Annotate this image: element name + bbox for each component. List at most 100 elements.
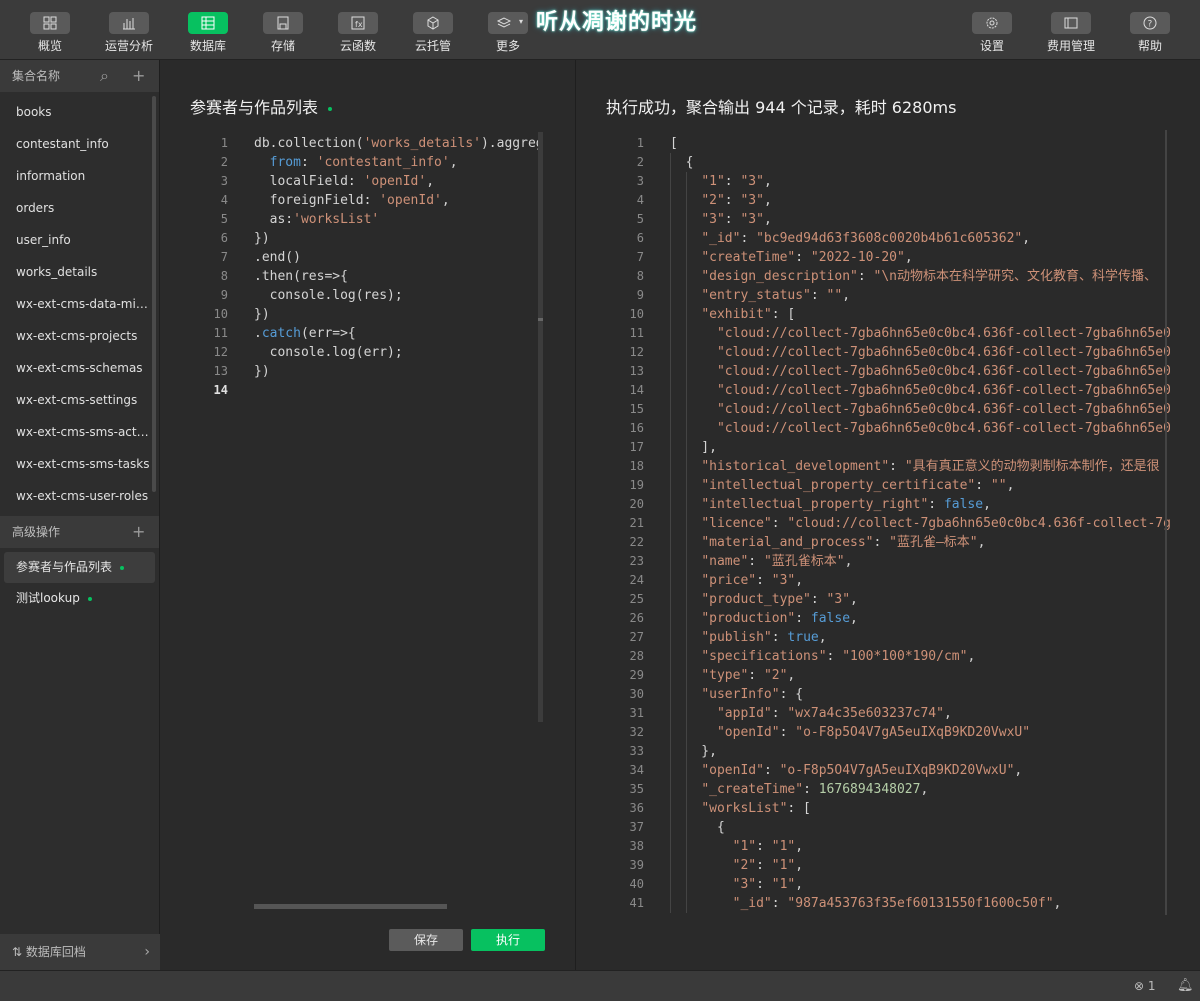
line-number: 41 bbox=[629, 896, 644, 910]
collection-item[interactable]: orders bbox=[0, 188, 150, 220]
line-number: 31 bbox=[629, 706, 644, 720]
code-editor[interactable]: db.collection('works_details').aggrega f… bbox=[254, 134, 544, 400]
save-button[interactable]: 保存 bbox=[389, 929, 463, 951]
editor-scroll-marker bbox=[538, 318, 543, 321]
toolbar-more[interactable]: ▾ 更多 bbox=[473, 12, 543, 53]
toolbar-help[interactable]: ? 帮助 bbox=[1115, 12, 1185, 53]
code-line: localField: 'openId', bbox=[254, 174, 435, 189]
toolbar-help-label: 帮助 bbox=[1137, 39, 1162, 53]
json-line: ], bbox=[670, 440, 717, 455]
line-number: 2 bbox=[636, 155, 644, 169]
sort-icon: ⇅ bbox=[12, 945, 23, 959]
collection-item[interactable]: wx-ext-cms-projects bbox=[0, 316, 150, 348]
json-line: "openId": "o-F8p5O4V7gA5euIXqB9KD20VwxU" bbox=[716, 725, 1031, 740]
collection-item[interactable]: wx-ext-cms-sms-activities bbox=[0, 412, 150, 444]
json-line: "3": "3", bbox=[701, 212, 772, 227]
line-number: 40 bbox=[629, 877, 644, 891]
collection-item[interactable]: information bbox=[0, 156, 150, 188]
code-line: .catch(err=>{ bbox=[254, 326, 356, 341]
toolbar-billing[interactable]: 费用管理 bbox=[1036, 12, 1106, 53]
editor-line-numbers: 1 2 3 4 5 6 7 8 9 10 11 12 13 14 bbox=[200, 134, 228, 400]
line-number: 10 bbox=[213, 307, 228, 321]
json-line: "historical_development": "具有真正意义的动物剥制标本… bbox=[701, 459, 1160, 474]
json-line: "userInfo": { bbox=[701, 687, 804, 702]
json-line: "publish": true, bbox=[701, 630, 827, 645]
toolbar-billing-label: 费用管理 bbox=[1046, 39, 1095, 53]
search-icon[interactable]: ⌕ bbox=[100, 60, 109, 92]
json-line: "openId": "o-F8p5O4V7gA5euIXqB9KD20VwxU"… bbox=[701, 763, 1023, 778]
code-line: }) bbox=[254, 307, 270, 322]
operation-label: 参赛者与作品列表 bbox=[16, 560, 113, 574]
toolbar-settings[interactable]: 设置 bbox=[957, 12, 1027, 53]
json-line: "production": false, bbox=[701, 611, 858, 626]
line-number: 12 bbox=[629, 345, 644, 359]
line-number: 22 bbox=[629, 535, 644, 549]
line-number: 5 bbox=[636, 212, 644, 226]
json-line: "_id": "bc9ed94d63f3608c0020b4b61c605362… bbox=[701, 231, 1031, 246]
line-number: 37 bbox=[629, 820, 644, 834]
editor-horizontal-scrollbar[interactable] bbox=[254, 904, 447, 909]
rollback-label: 数据库回档 bbox=[25, 945, 86, 959]
toolbar-storage[interactable]: 存储 bbox=[248, 12, 318, 53]
toolbar-analytics[interactable]: 运营分析 bbox=[94, 12, 164, 53]
run-button[interactable]: 执行 bbox=[471, 929, 545, 951]
add-operation-icon[interactable]: + bbox=[132, 516, 145, 548]
line-number: 18 bbox=[629, 459, 644, 473]
toolbar-database[interactable]: 数据库 bbox=[173, 12, 243, 53]
add-collection-icon[interactable]: + bbox=[132, 60, 145, 92]
toolbar-cloudrun[interactable]: 云托管 bbox=[398, 12, 468, 53]
operation-item-test-lookup[interactable]: 测试lookup bbox=[4, 583, 155, 614]
status-dot bbox=[87, 596, 92, 601]
line-number: 34 bbox=[629, 763, 644, 777]
sidebar: 集合名称 ⌕ + books contestant_info information… bbox=[0, 60, 160, 970]
code-line: console.log(res); bbox=[254, 288, 403, 303]
json-line: "2": "1", bbox=[732, 858, 804, 873]
json-line: "_id": "987a453763f35ef60131550f1600c50f… bbox=[732, 896, 1062, 911]
editor-title: 参赛者与作品列表 bbox=[190, 94, 333, 118]
operation-item-contestants[interactable]: 参赛者与作品列表 bbox=[4, 552, 155, 583]
line-number: 6 bbox=[636, 231, 644, 245]
editor-vertical-scrollbar[interactable] bbox=[538, 132, 543, 722]
sidebar-scrollbar[interactable] bbox=[152, 96, 156, 492]
collection-item[interactable]: wx-ext-cms-settings bbox=[0, 380, 150, 412]
status-dot bbox=[120, 565, 125, 570]
line-number: 24 bbox=[629, 573, 644, 587]
toolbar-functions[interactable]: fx 云函数 bbox=[323, 12, 393, 53]
output-scrollbar[interactable] bbox=[1165, 130, 1167, 915]
code-line: .then(res=>{ bbox=[254, 269, 348, 284]
collection-item[interactable]: wx-ext-cms-sms-tasks bbox=[0, 444, 150, 476]
line-number: 21 bbox=[629, 516, 644, 530]
collection-item[interactable]: wx-ext-cms-schemas bbox=[0, 348, 150, 380]
svg-text:?: ? bbox=[1148, 20, 1153, 30]
line-number: 14 bbox=[213, 383, 228, 397]
bell-icon[interactable]: 🔔︎ bbox=[1177, 978, 1194, 993]
toolbar-storage-label: 存储 bbox=[270, 39, 295, 53]
json-line: "_createTime": 1676894348027, bbox=[701, 782, 929, 797]
advanced-header-label: 高级操作 bbox=[12, 525, 61, 539]
editor-title-text: 参赛者与作品列表 bbox=[190, 98, 319, 117]
collection-item[interactable]: wx-ext-cms-data-migration bbox=[0, 284, 150, 316]
json-line: "cloud://collect-7gba6hn65e0c0bc4.636f-c… bbox=[716, 421, 1170, 436]
collection-item[interactable]: books bbox=[0, 92, 150, 124]
line-number: 32 bbox=[629, 725, 644, 739]
line-number: 19 bbox=[629, 478, 644, 492]
line-number: 17 bbox=[629, 440, 644, 454]
collection-item[interactable]: user_info bbox=[0, 220, 150, 252]
json-line: "createTime": "2022-10-20", bbox=[701, 250, 913, 265]
line-number: 4 bbox=[220, 193, 228, 207]
json-line: "cloud://collect-7gba6hn65e0c0bc4.636f-c… bbox=[716, 326, 1170, 341]
collection-item[interactable]: contestant_info bbox=[0, 124, 150, 156]
collection-item[interactable]: works_details bbox=[0, 252, 150, 284]
toolbar-overview[interactable]: 概览 bbox=[15, 12, 85, 53]
json-line: "type": "2", bbox=[701, 668, 796, 683]
error-indicator[interactable]: ⊗ 1 bbox=[1134, 979, 1156, 993]
line-number: 10 bbox=[629, 307, 644, 321]
rollback-button[interactable]: ⇅ 数据库回档 › bbox=[0, 934, 160, 970]
output-line-numbers: 1 2 3 4 5 6 7 8 9 10 11 12 13 14 15 16 17 18 19 20 21 22 23 24 2… bbox=[616, 134, 644, 913]
app-root: 概览 运营分析 数据库 存储 fx 云函数 云托管 ▾ 更多 听从凋谢的时光 设… bbox=[0, 0, 1200, 1001]
output-viewer[interactable]: [ { "1": "3", "2": "3", "3": "3", "_id":… bbox=[670, 134, 1170, 914]
help-icon: ? bbox=[1130, 12, 1170, 34]
code-line: from: 'contestant_info', bbox=[269, 155, 458, 170]
collection-item[interactable]: wx-ext-cms-user-roles bbox=[0, 476, 150, 508]
